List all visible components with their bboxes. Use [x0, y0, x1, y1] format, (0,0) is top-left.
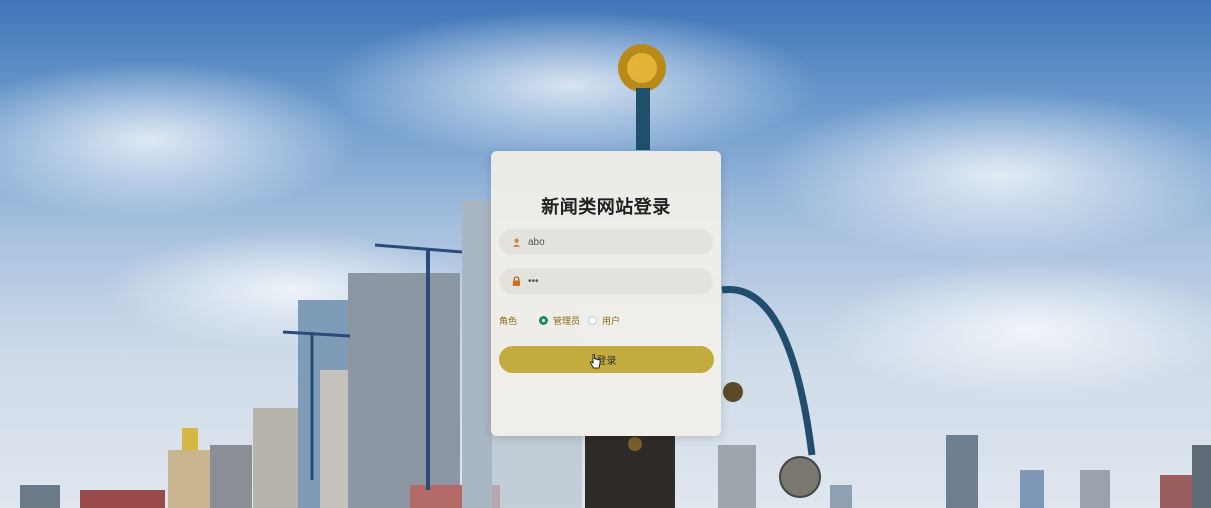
role-user-label: 用户: [602, 316, 621, 327]
radio-admin[interactable]: [539, 315, 549, 325]
user-icon: [511, 237, 521, 247]
username-value: abo: [528, 236, 545, 248]
hand-cursor-icon: [589, 354, 601, 369]
login-panel: 新闻类网站登录 abo ••• 角色 管理员 用户 登录: [491, 151, 721, 436]
role-label: 角色: [499, 316, 518, 327]
role-admin-label: 管理员: [553, 316, 581, 327]
lock-icon: [511, 276, 521, 286]
role-selector: 角色 管理员 用户: [499, 313, 713, 327]
password-field[interactable]: •••: [499, 268, 713, 294]
username-field[interactable]: abo: [499, 229, 713, 255]
radio-user[interactable]: [588, 315, 598, 325]
page-title: 新闻类网站登录: [541, 197, 671, 218]
password-value: •••: [528, 275, 539, 287]
login-button[interactable]: 登录: [499, 346, 714, 373]
